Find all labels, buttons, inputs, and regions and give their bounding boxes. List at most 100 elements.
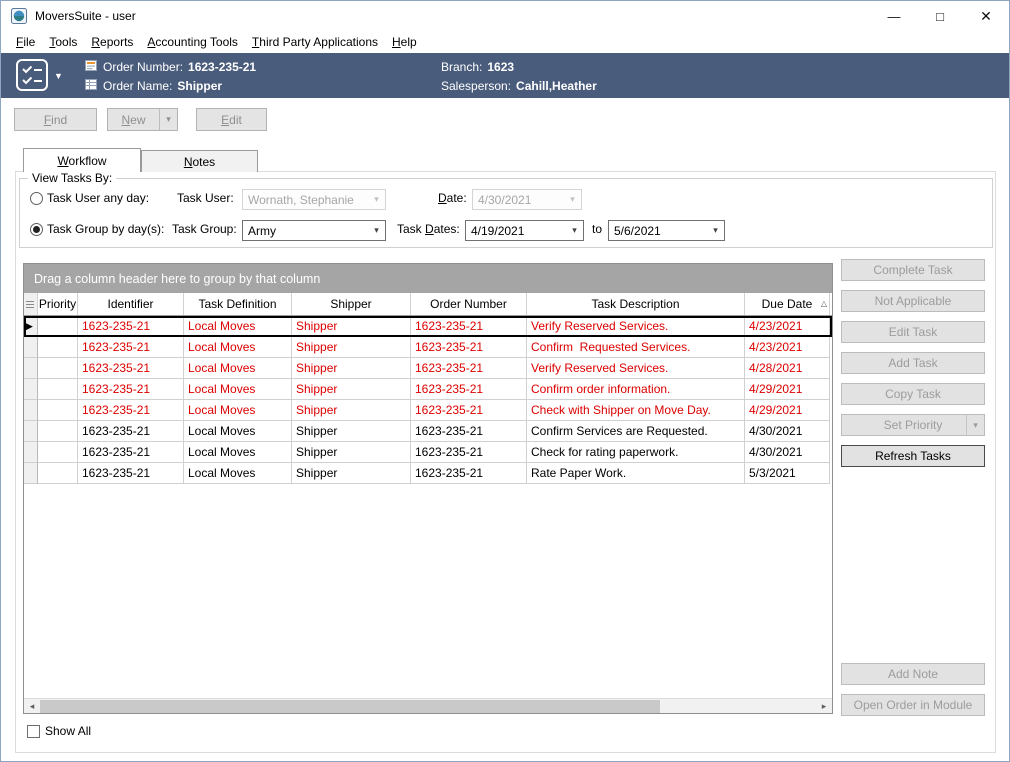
menu-item-tools[interactable]: Tools [42,31,84,53]
table-row[interactable]: 1623-235-21 Local Moves Shipper 1623-235… [24,358,832,379]
edit-task-button[interactable]: Edit Task [841,321,985,343]
column-header-task-description[interactable]: Task Description [527,293,745,315]
menu-item-help[interactable]: Help [385,31,424,53]
complete-task-button[interactable]: Complete Task [841,259,985,281]
task-user-combobox[interactable]: Wornath, Stephanie ▾ [242,189,386,210]
cell-order-number: 1623-235-21 [411,379,527,400]
order-header-bar: ▼ Order Number: 1623-235-21 [1,53,1009,98]
date-combobox[interactable]: 4/30/2021 ▾ [472,189,582,210]
cell-task-description: Confirm order information. [527,379,745,400]
cell-task-description: Rate Paper Work. [527,463,745,484]
row-selector[interactable] [24,421,38,442]
task-user-label: Task User: [177,191,234,206]
to-label: to [592,222,602,237]
order-name-label: Order Name: [103,79,172,93]
row-selector[interactable] [24,442,38,463]
column-header-order-number[interactable]: Order Number [411,293,527,315]
group-by-hint: Drag a column header here to group by th… [34,272,320,286]
set-priority-dropdown-icon[interactable]: ▾ [966,415,984,435]
edit-button[interactable]: Edit [196,108,267,131]
tab-notes[interactable]: Notes [141,150,258,172]
group-by-dropzone[interactable]: Drag a column header here to group by th… [24,264,832,293]
find-button[interactable]: Find [14,108,97,131]
module-dropdown-icon[interactable]: ▼ [54,71,63,81]
table-row[interactable]: 1623-235-21 Local Moves Shipper 1623-235… [24,463,832,484]
maximize-button[interactable]: □ [917,1,963,31]
menu-item-accounting-tools[interactable]: Accounting Tools [140,31,245,53]
show-all-checkbox[interactable] [27,725,40,738]
cell-due-date: 4/23/2021 [745,316,830,337]
window-controls: — □ ✕ [871,1,1009,31]
row-selector[interactable] [24,379,38,400]
column-header-task-definition[interactable]: Task Definition [184,293,292,315]
cell-due-date: 4/29/2021 [745,379,830,400]
cell-priority [38,421,78,442]
task-group-combobox[interactable]: Army ▾ [242,220,386,241]
order-number-value: 1623-235-21 [188,60,256,74]
cell-due-date: 4/29/2021 [745,400,830,421]
cell-due-date: 4/30/2021 [745,442,830,463]
title-bar[interactable]: MoversSuite - user — □ ✕ [1,1,1009,31]
cell-shipper: Shipper [292,379,411,400]
row-selector[interactable]: ▶ [24,316,38,337]
scroll-right-button[interactable]: ▸ [816,699,832,713]
show-all-label: Show All [45,724,91,738]
task-user-radio[interactable] [30,192,43,205]
horizontal-scrollbar[interactable]: ◂ ▸ [24,698,832,713]
task-dates-to-combobox[interactable]: 5/6/2021 ▾ [608,220,725,241]
row-selector[interactable] [24,358,38,379]
show-all-control: Show All [27,723,91,739]
cell-identifier: 1623-235-21 [78,442,184,463]
scroll-left-button[interactable]: ◂ [24,699,40,713]
set-priority-button[interactable]: Set Priority ▾ [841,414,985,436]
menu-item-third-party-applications[interactable]: Third Party Applications [245,31,385,53]
row-selector[interactable] [24,337,38,358]
task-dates-from-combobox[interactable]: 4/19/2021 ▾ [465,220,584,241]
table-row[interactable]: 1623-235-21 Local Moves Shipper 1623-235… [24,337,832,358]
minimize-button[interactable]: — [871,1,917,31]
cell-priority [38,358,78,379]
chevron-down-icon: ▾ [564,194,581,205]
menu-item-reports[interactable]: Reports [84,31,140,53]
new-button[interactable]: New ▾ [107,108,178,131]
order-name-icon [85,78,98,94]
table-row[interactable]: ▶ 1623-235-21 Local Moves Shipper 1623-2… [24,316,832,337]
cell-order-number: 1623-235-21 [411,463,527,484]
task-group-radio[interactable] [30,223,43,236]
copy-task-button[interactable]: Copy Task [841,383,985,405]
table-row[interactable]: 1623-235-21 Local Moves Shipper 1623-235… [24,400,832,421]
chevron-down-icon: ▾ [566,225,583,236]
add-note-button[interactable]: Add Note [841,663,985,685]
cell-identifier: 1623-235-21 [78,463,184,484]
add-task-button[interactable]: Add Task [841,352,985,374]
new-dropdown-icon[interactable]: ▾ [159,109,177,130]
workflow-module-icon[interactable] [15,58,49,92]
table-row[interactable]: 1623-235-21 Local Moves Shipper 1623-235… [24,421,832,442]
scroll-track[interactable] [40,699,816,713]
salesperson-value: Cahill,Heather [516,79,597,93]
not-applicable-button[interactable]: Not Applicable [841,290,985,312]
column-header-identifier[interactable]: Identifier [78,293,184,315]
column-header-priority[interactable]: Priority [38,293,78,315]
table-row[interactable]: 1623-235-21 Local Moves Shipper 1623-235… [24,379,832,400]
open-order-in-module-button[interactable]: Open Order in Module [841,694,985,716]
column-header-due-date[interactable]: Due Date△ [745,293,830,315]
row-selector[interactable] [24,400,38,421]
menu-item-file[interactable]: File [9,31,42,53]
app-icon [11,8,27,24]
grid-rows: ▶ 1623-235-21 Local Moves Shipper 1623-2… [24,316,832,484]
column-header-shipper[interactable]: Shipper [292,293,411,315]
cell-priority [38,400,78,421]
sort-ascending-icon: △ [821,299,827,308]
scroll-thumb[interactable] [40,700,660,713]
task-user-radio-label[interactable]: Task User any day: [47,191,149,206]
tab-workflow[interactable]: Workflow [23,148,141,172]
cell-task-description: Verify Reserved Services. [527,358,745,379]
table-row[interactable]: 1623-235-21 Local Moves Shipper 1623-235… [24,442,832,463]
refresh-tasks-button[interactable]: Refresh Tasks [841,445,985,467]
cell-order-number: 1623-235-21 [411,421,527,442]
view-tasks-by-groupbox: View Tasks By: Task User any day: Task U… [19,178,993,248]
close-button[interactable]: ✕ [963,1,1009,31]
task-group-radio-label[interactable]: Task Group by day(s): [47,222,164,237]
row-selector[interactable] [24,463,38,484]
